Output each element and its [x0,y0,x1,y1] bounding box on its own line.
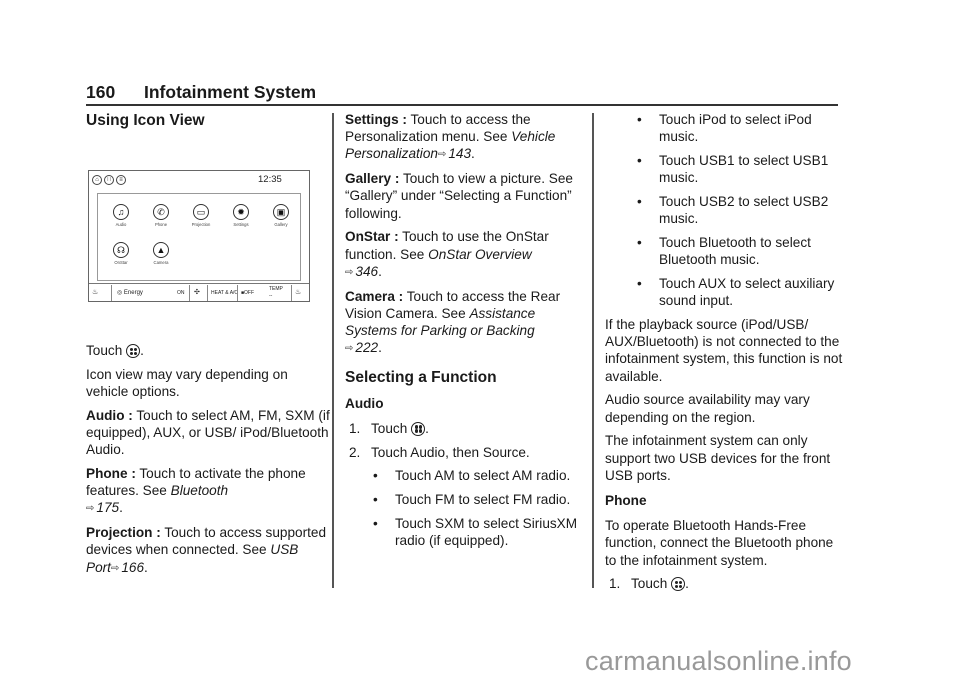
availability-note: Audio source availability may vary depen… [605,392,810,425]
page-arrow-icon: ⇨ [345,343,354,355]
heat-ac-button: HEAT & A/C [211,290,239,296]
column-divider [592,113,594,588]
on-button: ON [177,290,185,296]
def-gallery: Gallery : Touch to view a picture. See “… [345,171,573,221]
app-phone: ✆ Phone [144,204,178,227]
def-onstar: OnStar : Touch to use the OnStar functio… [345,229,549,279]
app-label: Phone [154,222,168,227]
bullet-item: • Touch AM to select AM radio. [373,468,571,484]
projection-icon: ▭ [193,204,209,220]
page-arrow-icon: ⇨ [110,562,120,574]
icon-view-note: Icon view may vary depending on vehicle … [86,366,288,399]
phone-icon: ✆ [153,204,169,220]
column-2: Settings : Touch to access the Personali… [345,111,585,556]
def-audio: Audio : Touch to select AM, FM, SXM (if … [86,407,330,458]
home-icon: ⌂ [92,175,102,185]
bullet-item: • Touch FM to select FM radio. [373,492,571,508]
app-label: Camera [153,260,169,265]
def-phone: Phone : Touch to activate the phone feat… [86,466,306,516]
bluetooth-note: To operate Bluetooth Hands-Free function… [605,518,834,568]
seat-heat-left-icon: ♨ [92,289,99,296]
camera-icon: ▲ [153,242,169,258]
app-label: Projection [191,222,211,227]
app-label: Audio [115,222,127,227]
column-1: Using Icon View [86,112,326,137]
page-ref[interactable]: 222 [355,340,378,355]
def-settings: Settings : Touch to access the Personali… [345,112,556,162]
step-item: 1. Touch . [349,420,429,436]
app-label: OnStar [114,260,128,265]
watermark: carmanualsonline.info [585,646,852,676]
xref-onstar-overview[interactable]: OnStar Overview [428,247,532,262]
seat-heat-right-icon: ♨ [295,289,302,296]
page-number: 160 [86,82,116,102]
section-title: Infotainment System [144,82,317,102]
bullet-item: • Touch AUX to select auxiliary sound inp… [637,276,835,309]
bullet-item: • Touch USB1 to select USB1 music. [637,153,829,186]
gallery-icon: ▣ [273,204,289,220]
page-ref[interactable]: 175 [96,500,119,515]
page-ref[interactable]: 166 [121,560,144,575]
page-arrow-icon: ⇨ [345,266,354,278]
usb-note: The infotainment system can only support… [605,433,831,483]
bullet-item: • Touch Bluetooth to select Bluetooth mus… [637,235,811,268]
climate-bar: ♨ ◎ Energy ON ✣ HEAT & A/C ■OFF TEMP -- ♨ [89,283,309,301]
app-onstar: ☊ OnStar [104,242,138,265]
apps-icon [126,344,141,358]
heading-selecting-a-function: Selecting a Function [345,369,497,387]
app-settings: ✹ Settings [224,204,258,227]
app-audio: ♫ Audio [104,204,138,227]
page-ref[interactable]: 143 [448,146,471,161]
def-projection: Projection : Touch to access supported d… [86,525,327,575]
bullet-item: • Touch USB2 to select USB2 music. [637,194,829,227]
energy-button: ◎ Energy [117,290,143,296]
temp-display: TEMP -- [269,286,283,299]
gear-icon: ✹ [233,204,249,220]
column-divider [332,113,334,588]
page-arrow-icon: ⇨ [86,503,95,515]
bullet-item: • Touch SXM to select SiriusXM radio (if … [373,516,578,549]
playback-note: If the playback source (iPod/USB/ AUX/Bl… [605,317,843,384]
xref-bluetooth[interactable]: Bluetooth [171,483,228,498]
app-grid: ♫ Audio ✆ Phone ▭ Projection ✹ Settings … [97,193,301,281]
infotainment-screen-illustration: ⌂ ∷ ≡ 12:35 ♫ Audio ✆ Phone ▭ Projection… [88,170,310,302]
step-item: 2. Touch Audio, then Source. [349,444,530,460]
favorites-icon: ≡ [116,175,126,185]
page-ref[interactable]: 346 [355,264,378,279]
page-header: 160 Infotainment System [86,82,316,103]
column-1-body: Touch . Icon view may vary depending on … [86,342,330,583]
fan-icon: ✣ [194,289,200,296]
column-3: • Touch iPod to select iPod music. • Touch… [605,111,845,599]
apps-icon [411,421,426,436]
app-label: Settings [233,222,249,227]
off-button: ■OFF [241,290,255,296]
onstar-icon: ☊ [113,242,129,258]
apps-icon [671,577,686,592]
music-note-icon: ♫ [113,204,129,220]
subheading-audio: Audio [345,395,384,411]
bullet-item: • Touch iPod to select iPod music. [637,112,812,145]
def-camera: Camera : Touch to access the Rear Vision… [345,288,561,356]
app-camera: ▲ Camera [144,242,178,265]
step-item: 1. Touch . [609,576,689,592]
heading-using-icon-view: Using Icon View [86,112,205,129]
app-projection: ▭ Projection [184,204,218,227]
app-gallery: ▣ Gallery [264,204,298,227]
apps-icon: ∷ [104,175,114,185]
page-arrow-icon: ⇨ [437,149,447,161]
header-rule [86,104,838,106]
screen-clock: 12:35 [258,174,282,185]
touch-instruction: Touch . [86,343,144,358]
subheading-phone: Phone [605,493,647,509]
app-label: Gallery [274,222,288,227]
